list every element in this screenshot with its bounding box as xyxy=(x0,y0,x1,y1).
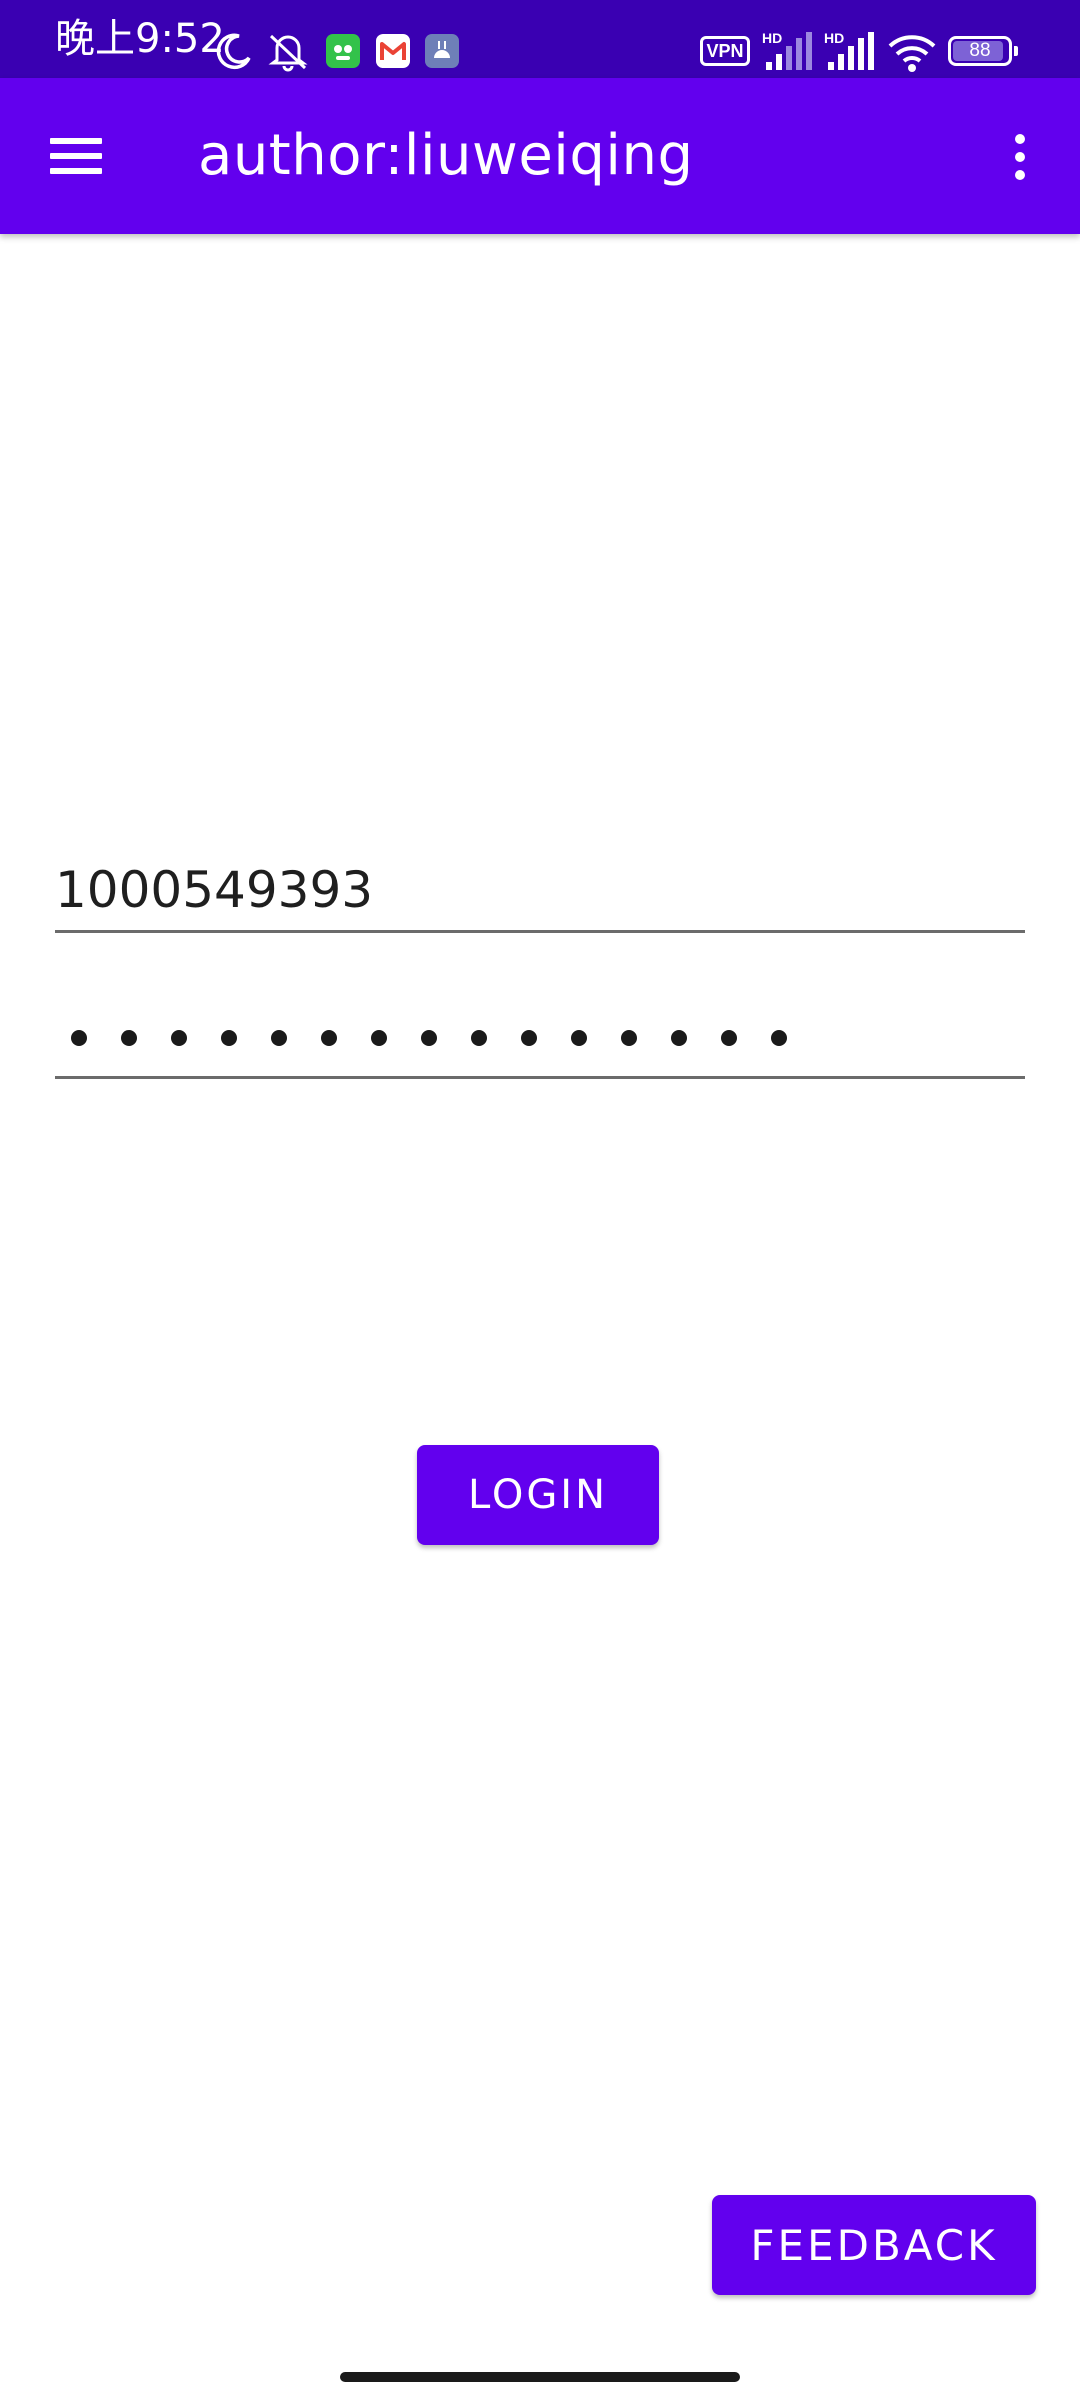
battery-level: 88 xyxy=(969,40,991,61)
silent-bell-icon xyxy=(268,34,308,72)
app-title: author:liuweiqing xyxy=(198,123,694,188)
password-field[interactable] xyxy=(55,996,1025,1079)
signal-hd-icon: HD xyxy=(824,30,876,72)
login-button[interactable]: LOGIN xyxy=(417,1445,659,1545)
app-bar: author:liuweiqing xyxy=(0,78,1080,234)
battery-icon: 88 xyxy=(948,36,1018,66)
username-field[interactable] xyxy=(55,850,1025,933)
status-bar: 晚上9:52 VPN HD HD 88 xyxy=(0,0,1080,78)
moon-icon xyxy=(216,33,251,70)
vpn-icon: VPN xyxy=(700,36,750,66)
android-app-icon xyxy=(425,34,459,68)
signal-hd-icon: HD xyxy=(762,30,814,72)
feedback-button[interactable]: FEEDBACK xyxy=(712,2195,1036,2295)
username-input[interactable] xyxy=(55,850,1025,930)
home-indicator[interactable] xyxy=(340,2372,740,2382)
hamburger-menu-icon[interactable] xyxy=(40,122,112,190)
green-app-icon xyxy=(326,34,360,68)
more-vert-icon[interactable] xyxy=(1000,122,1040,190)
wifi-icon xyxy=(888,35,936,72)
status-time: 晚上9:52 xyxy=(55,16,225,62)
vpn-label: VPN xyxy=(706,40,744,61)
gmail-icon xyxy=(376,34,410,68)
